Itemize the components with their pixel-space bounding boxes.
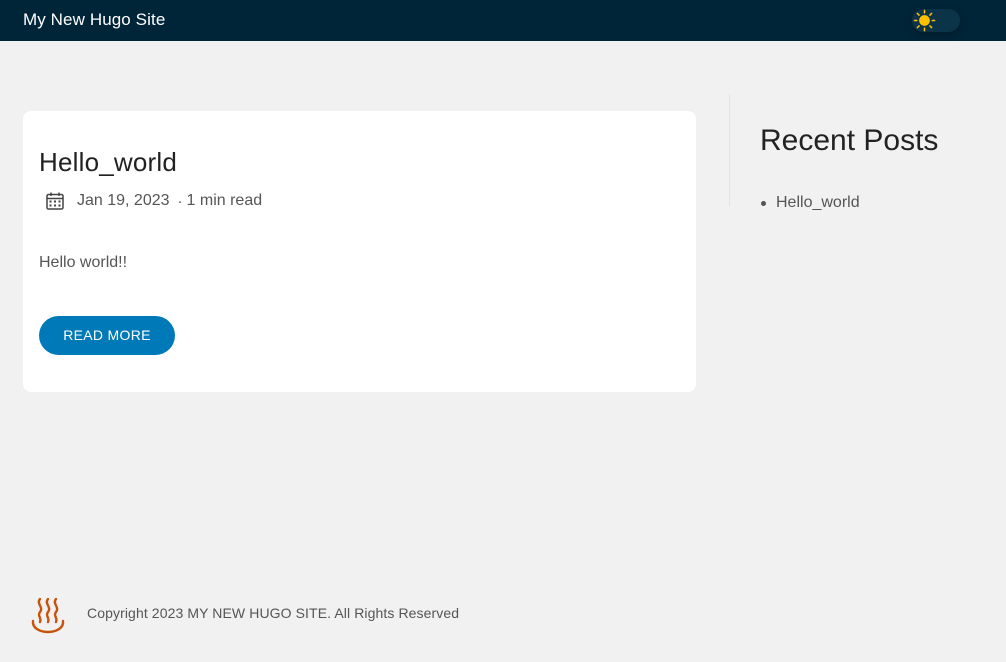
calendar-icon (46, 192, 64, 210)
post-summary: Hello world!! (39, 254, 128, 271)
list-item: Hello_world (760, 192, 860, 214)
post-date: Jan 19, 2023 (77, 192, 170, 209)
site-title-link[interactable]: My New Hugo Site (23, 10, 165, 30)
meta-separator: · (177, 192, 183, 210)
post-title[interactable]: Hello_world (39, 147, 177, 178)
recent-posts-heading: Recent Posts (760, 124, 939, 157)
post-meta: Jan 19, 2023 · 1 min read (45, 190, 262, 212)
sidebar-divider (729, 94, 730, 206)
post-card: Hello_world Jan 19, 2023 · 1 min read He… (23, 111, 696, 392)
theme-toggle[interactable] (912, 9, 960, 32)
reading-time: 1 min read (186, 192, 263, 209)
recent-post-link[interactable]: Hello_world (776, 194, 860, 211)
top-navbar: My New Hugo Site (0, 0, 1006, 41)
recent-posts-list: Hello_world (760, 192, 860, 214)
sun-icon (913, 9, 936, 32)
hot-springs-icon (31, 597, 65, 634)
copyright-text: Copyright 2023 MY NEW HUGO SITE. All Rig… (87, 605, 460, 621)
read-more-button[interactable]: READ MORE (39, 316, 175, 355)
